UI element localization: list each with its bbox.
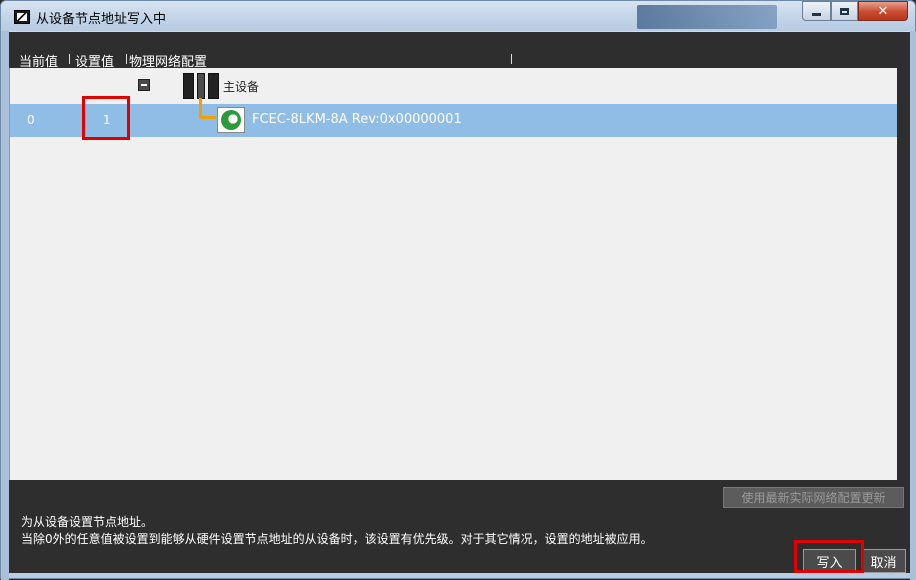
master-label: 主设备 bbox=[223, 80, 260, 94]
vertical-scrollbar[interactable] bbox=[897, 68, 910, 480]
current-value-cell: 0 bbox=[27, 113, 35, 127]
minimize-icon bbox=[812, 12, 821, 16]
slave-device-icon bbox=[217, 107, 245, 133]
tree-row-master[interactable]: 主设备 bbox=[10, 68, 897, 104]
column-separator[interactable] bbox=[126, 54, 127, 64]
dialog-content: 当前值 设置值 物理网络配置 主设备 0 1 FCEC-8LKM-8A Rev:… bbox=[9, 32, 910, 573]
tree-connector bbox=[199, 98, 216, 119]
window-border-left bbox=[1, 31, 9, 580]
window-border-right bbox=[910, 31, 916, 580]
description-title: 为从设备设置节点地址。 bbox=[21, 515, 154, 529]
column-header: 当前值 设置值 物理网络配置 bbox=[9, 32, 910, 70]
close-button[interactable]: ✕ bbox=[858, 1, 908, 21]
window-title: 从设备节点地址写入中 bbox=[36, 12, 167, 27]
title-bar[interactable]: 从设备节点地址写入中 ✕ bbox=[1, 1, 915, 31]
master-device-icon bbox=[183, 73, 219, 99]
blurred-region bbox=[637, 5, 777, 29]
column-separator[interactable] bbox=[69, 54, 70, 64]
dialog-window: 从设备节点地址写入中 ✕ 当前值 设置值 物理网络配置 主设备 0 1 FCEC… bbox=[0, 0, 916, 580]
description-body: 当除0外的任意值被设置到能够从硬件设置节点地址的从设备时，该设置有优先级。对于其… bbox=[21, 532, 653, 546]
update-with-actual-config-button[interactable]: 使用最新实际网络配置更新 bbox=[723, 487, 904, 508]
column-separator[interactable] bbox=[511, 54, 512, 64]
maximize-button[interactable] bbox=[831, 1, 858, 21]
close-icon: ✕ bbox=[877, 3, 889, 19]
minimize-button[interactable] bbox=[802, 1, 831, 21]
annotation-highlight-write bbox=[794, 540, 864, 573]
collapse-icon[interactable] bbox=[138, 79, 150, 91]
node-address-grid: 主设备 0 1 FCEC-8LKM-8A Rev:0x00000001 bbox=[9, 68, 897, 480]
footer: 使用最新实际网络配置更新 为从设备设置节点地址。 当除0外的任意值被设置到能够从… bbox=[9, 480, 910, 573]
device-logo-icon bbox=[221, 110, 241, 130]
maximize-icon bbox=[840, 7, 849, 15]
app-icon bbox=[14, 10, 30, 24]
device-name: FCEC-8LKM-8A Rev:0x00000001 bbox=[252, 112, 462, 127]
cancel-button[interactable]: 取消 bbox=[861, 549, 906, 573]
annotation-highlight-set-value bbox=[82, 96, 130, 140]
